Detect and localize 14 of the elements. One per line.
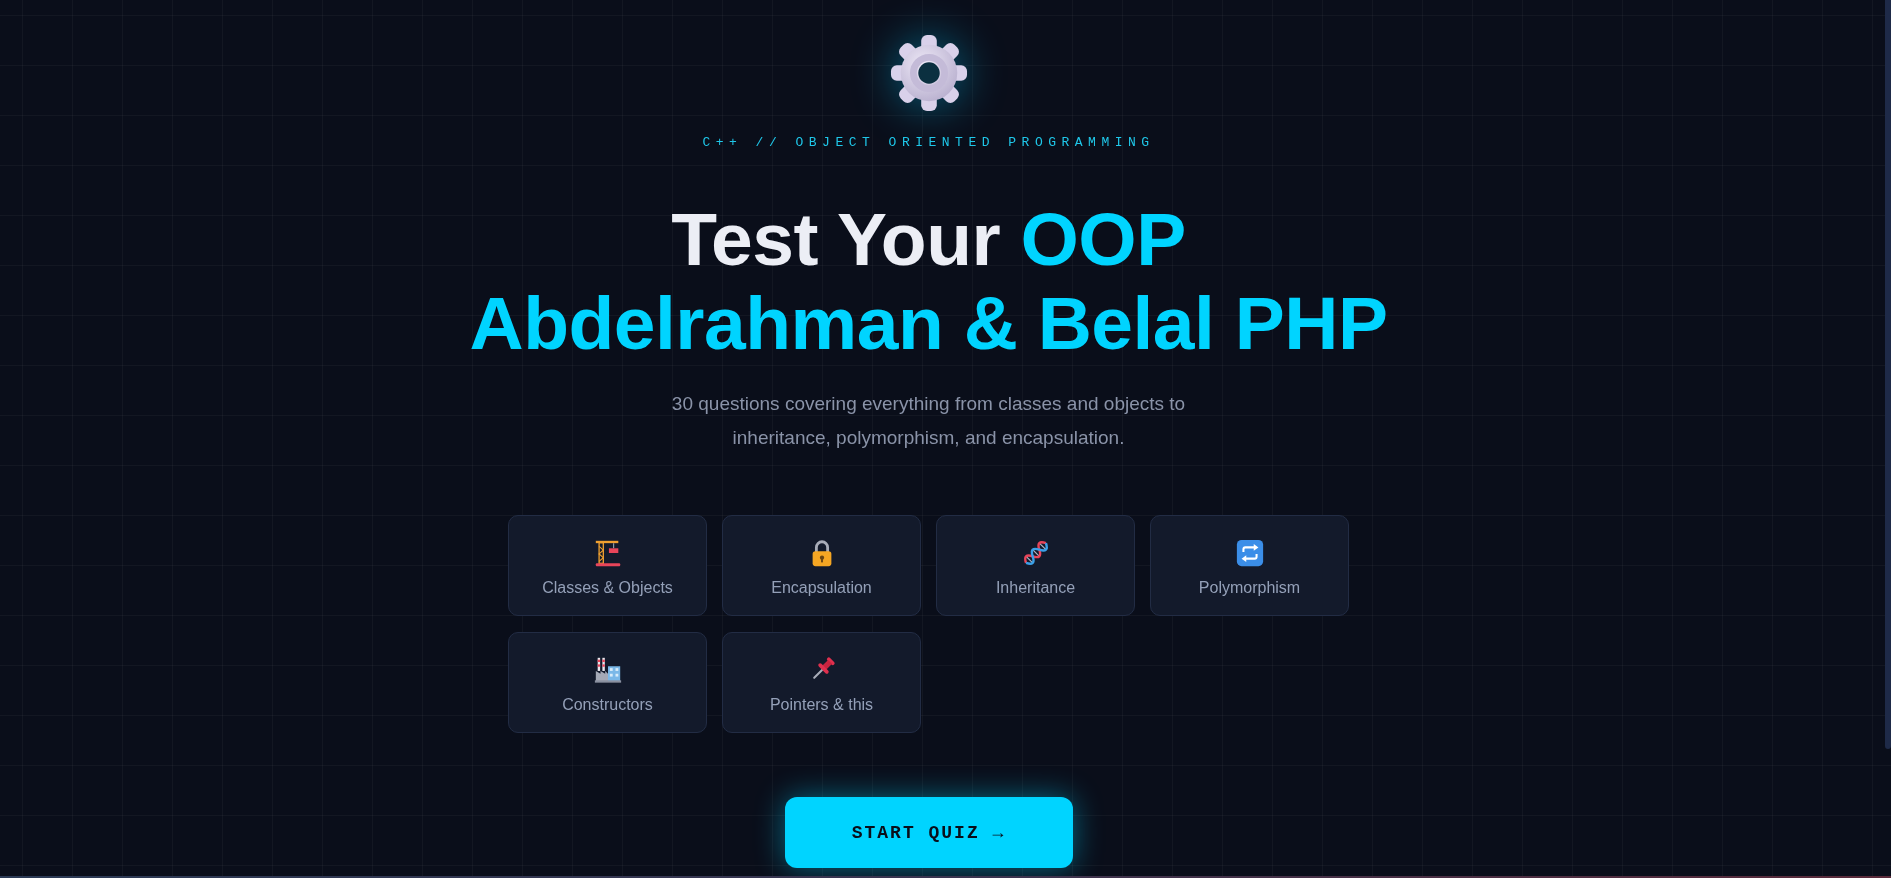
factory-icon	[592, 655, 623, 685]
topic-label: Polymorphism	[1198, 578, 1301, 598]
topic-label: Classes & Objects	[542, 578, 673, 598]
subtitle: C++ // OBJECT ORIENTED PROGRAMMING	[702, 135, 1155, 151]
description: 30 questions covering everything from classes and objects to inheritance, polymorphism, and encapsulation.	[670, 392, 1187, 450]
scrollbar-thumb[interactable]	[1885, 0, 1891, 749]
gear-icon	[888, 34, 969, 112]
topic-label: Pointers & this	[769, 695, 874, 715]
repeat-icon	[1234, 538, 1265, 568]
topic-label: Constructors	[562, 695, 653, 715]
topic-label: Encapsulation	[771, 578, 872, 598]
topic-label: Inheritance	[995, 578, 1076, 598]
page-title: Test Your OOP Abdelrahman & Belal PHP	[469, 197, 1388, 365]
start-quiz-button[interactable]: START QUIZ →	[784, 797, 1073, 868]
